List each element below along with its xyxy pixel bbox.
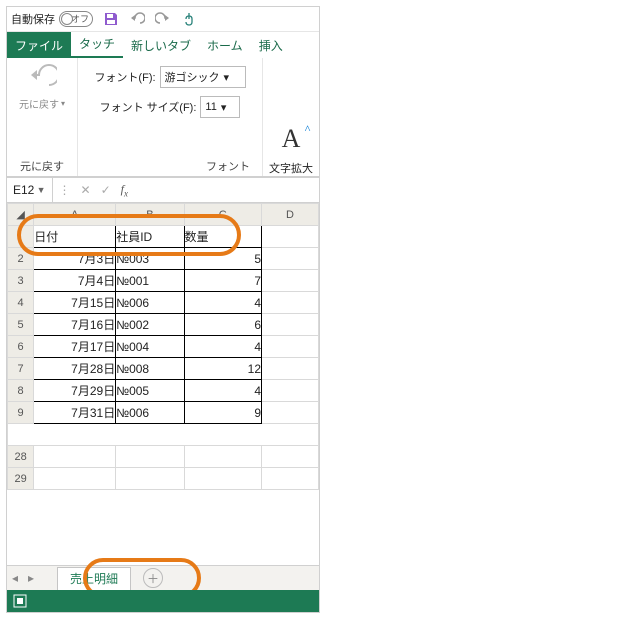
cell[interactable]: 日付 [34, 226, 116, 248]
row-header[interactable]: 6 [8, 336, 34, 358]
cell[interactable] [262, 270, 319, 292]
cell[interactable] [262, 226, 319, 248]
col-D[interactable]: D [262, 204, 319, 226]
cell[interactable]: №006 [116, 402, 184, 424]
row-header[interactable]: 3 [8, 270, 34, 292]
row-header[interactable]: 8 [8, 380, 34, 402]
cell[interactable]: №005 [116, 380, 184, 402]
row-header[interactable]: 28 [8, 446, 34, 468]
row-header[interactable]: 4 [8, 292, 34, 314]
autosave-label: 自動保存 [11, 11, 55, 27]
row-header[interactable]: 1 [8, 226, 34, 248]
cell[interactable]: 7月29日 [34, 380, 116, 402]
cell[interactable]: 7月28日 [34, 358, 116, 380]
redo-icon[interactable] [155, 11, 171, 27]
cell[interactable]: 7月16日 [34, 314, 116, 336]
cell[interactable] [262, 380, 319, 402]
name-box[interactable]: E12▼ [7, 178, 53, 202]
fontsize-combo[interactable]: 11▾ [200, 96, 240, 118]
enter-icon[interactable]: ✓ [101, 183, 111, 197]
cell[interactable]: 12 [184, 358, 261, 380]
undo-icon[interactable] [129, 11, 145, 27]
cell[interactable] [262, 402, 319, 424]
cell[interactable]: 数量 [184, 226, 261, 248]
cell[interactable] [34, 446, 116, 468]
col-C[interactable]: C [184, 204, 261, 226]
tab-insert[interactable]: 挿入 [251, 32, 291, 58]
dots-icon: ⋮ [59, 183, 71, 197]
cell[interactable]: №003 [116, 248, 184, 270]
sheet-tab-active[interactable]: 売上明細 [57, 567, 131, 590]
cell[interactable] [184, 446, 261, 468]
cell[interactable]: 4 [184, 292, 261, 314]
row-header[interactable]: 9 [8, 402, 34, 424]
col-A[interactable]: A [34, 204, 116, 226]
font-combo[interactable]: 游ゴシック▾ [160, 66, 246, 88]
cell[interactable] [262, 248, 319, 270]
cell[interactable]: 社員ID [116, 226, 184, 248]
cell[interactable]: №008 [116, 358, 184, 380]
cell[interactable] [34, 468, 116, 490]
tab-newtab[interactable]: 新しいタブ [123, 32, 199, 58]
cell[interactable] [262, 358, 319, 380]
font-label: フォント(F): [94, 69, 155, 85]
cell[interactable]: 7月17日 [34, 336, 116, 358]
cell[interactable] [262, 292, 319, 314]
cell[interactable] [262, 336, 319, 358]
cell[interactable]: №006 [116, 292, 184, 314]
cell[interactable]: 7月3日 [34, 248, 116, 270]
cell[interactable]: №001 [116, 270, 184, 292]
undo-button[interactable] [26, 62, 58, 94]
cell[interactable] [262, 468, 319, 490]
sheet-nav-prev[interactable]: ◂ [7, 571, 23, 585]
fontsize-label: フォント サイズ(F): [100, 99, 197, 115]
save-icon[interactable] [103, 11, 119, 27]
cell[interactable]: 7 [184, 270, 261, 292]
tab-home[interactable]: ホーム [199, 32, 251, 58]
sheet-nav-next[interactable]: ▸ [23, 571, 39, 585]
cell[interactable]: 5 [184, 248, 261, 270]
cell[interactable] [116, 446, 184, 468]
autosave-state: オフ [71, 12, 89, 25]
tab-touch[interactable]: タッチ [71, 30, 123, 58]
cell[interactable]: 7月4日 [34, 270, 116, 292]
cell[interactable] [184, 468, 261, 490]
font-group-label: フォント [206, 158, 250, 174]
cell[interactable]: №002 [116, 314, 184, 336]
select-all[interactable]: ◢ [8, 204, 34, 226]
cell[interactable] [262, 314, 319, 336]
enlarge-label: 文字拡大 [269, 160, 313, 176]
row-header[interactable]: 2 [8, 248, 34, 270]
cancel-icon[interactable]: ✕ [81, 183, 91, 197]
row-header[interactable]: 7 [8, 358, 34, 380]
cell[interactable]: 4 [184, 336, 261, 358]
add-sheet-button[interactable]: ＋ [143, 568, 163, 588]
cell[interactable] [262, 446, 319, 468]
row-header[interactable]: 5 [8, 314, 34, 336]
row-header[interactable]: 29 [8, 468, 34, 490]
touch-icon[interactable] [181, 11, 197, 27]
cell[interactable]: 9 [184, 402, 261, 424]
fx-icon[interactable]: fx [121, 182, 128, 198]
enlarge-button[interactable]: A^ 文字拡大 [263, 58, 319, 176]
cell[interactable]: 4 [184, 380, 261, 402]
cell[interactable]: 7月31日 [34, 402, 116, 424]
cell[interactable]: 6 [184, 314, 261, 336]
cell[interactable] [116, 468, 184, 490]
autosave-toggle[interactable]: 自動保存 オフ [11, 11, 93, 27]
undo-label: 元に戻す▾ [19, 96, 65, 111]
record-macro-icon[interactable] [13, 594, 27, 608]
col-B[interactable]: B [116, 204, 184, 226]
cell[interactable]: №004 [116, 336, 184, 358]
cell[interactable]: 7月15日 [34, 292, 116, 314]
undo-group-label: 元に戻す [20, 158, 64, 174]
formula-bar[interactable] [134, 178, 319, 202]
tab-file[interactable]: ファイル [7, 32, 71, 58]
